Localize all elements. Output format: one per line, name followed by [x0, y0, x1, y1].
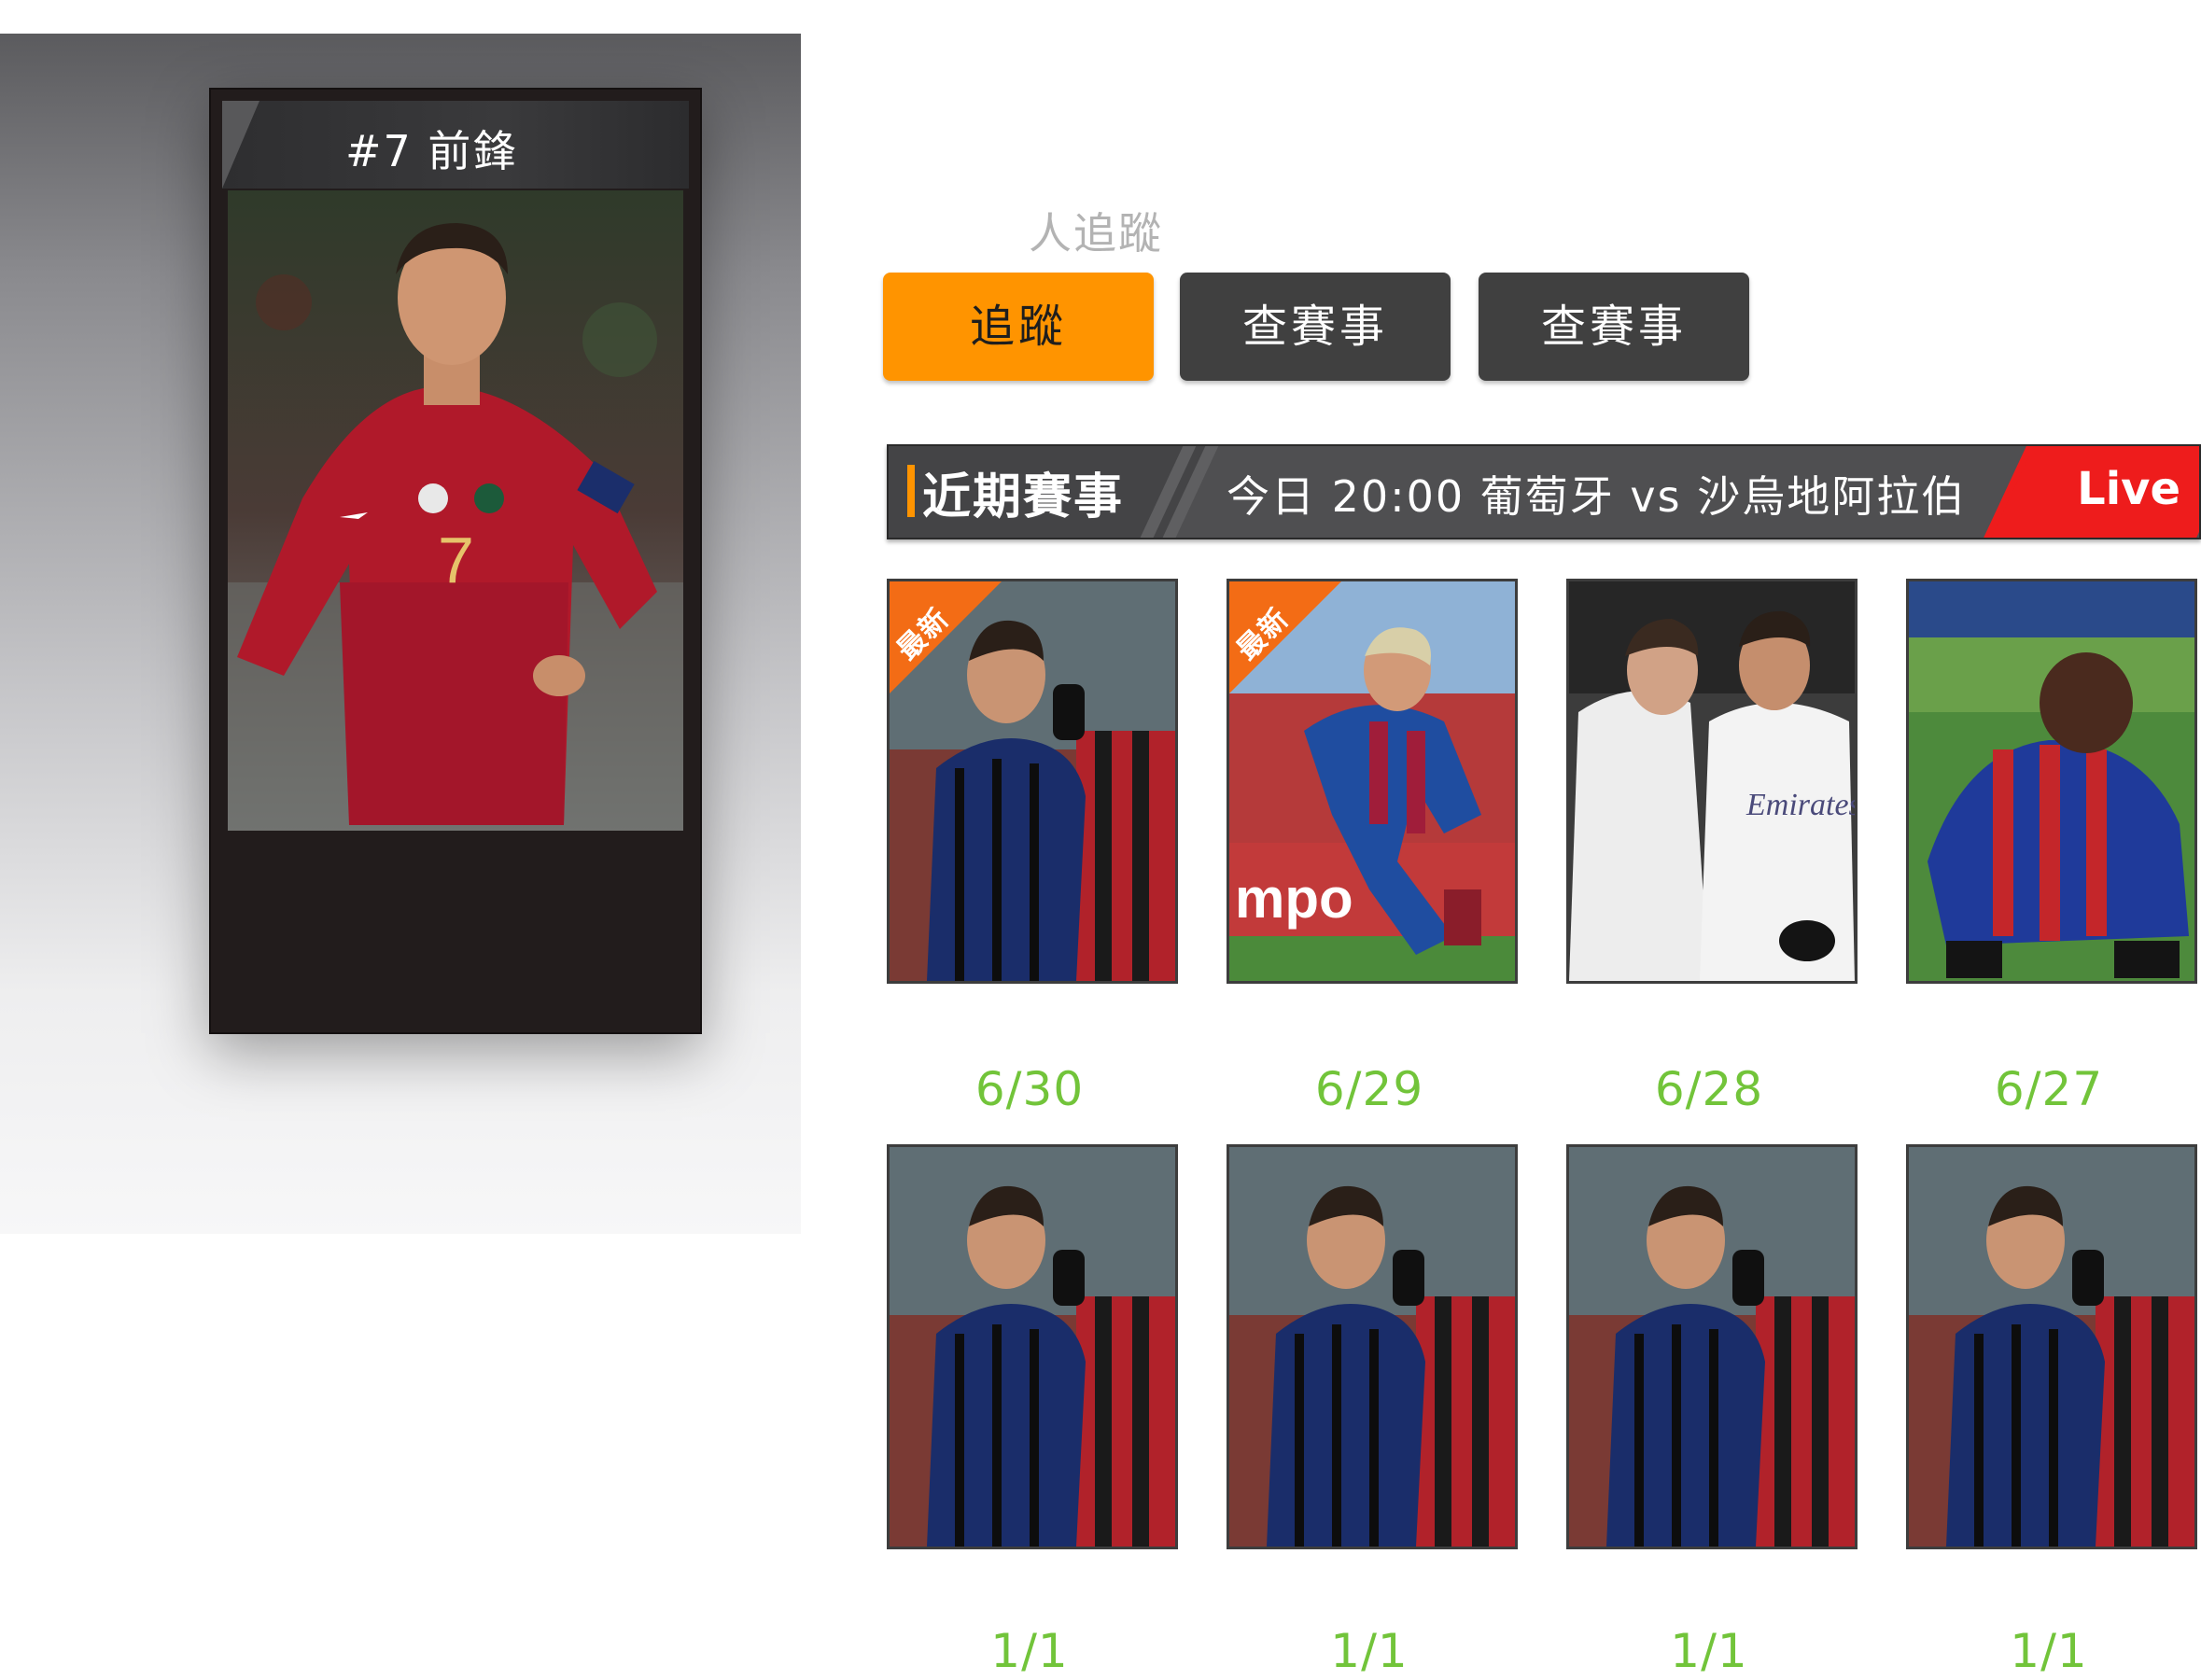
svg-text:mpo: mpo: [1235, 867, 1353, 930]
match-date: 1/1: [1330, 1624, 1409, 1678]
match-thumbnail[interactable]: [1906, 579, 2197, 984]
view-matches-button[interactable]: 查賽事: [1180, 273, 1451, 381]
match-thumbnail[interactable]: [1906, 1144, 2197, 1549]
match-thumbnail[interactable]: [887, 1144, 1178, 1549]
match-thumbnail[interactable]: [1566, 1144, 1858, 1549]
recent-matches-bar[interactable]: 近期賽事 今日 20:00 葡萄牙 vs 沙烏地阿拉伯 Live: [887, 444, 2201, 539]
view-matches-button-2[interactable]: 查賽事: [1479, 273, 1749, 381]
match-thumbnail[interactable]: Emirates: [1566, 579, 1858, 984]
match-date: 1/1: [1670, 1624, 1748, 1678]
player-card-header: #7 前鋒: [222, 101, 689, 189]
section-accent: [907, 465, 915, 517]
match-date: 1/1: [990, 1624, 1069, 1678]
follower-count: 人追蹤: [1029, 208, 1163, 259]
svg-text:Emirates: Emirates: [1745, 788, 1855, 822]
match-date: 6/28: [1654, 1062, 1764, 1116]
match-thumbnail[interactable]: [1227, 1144, 1518, 1549]
recent-matches-label: 近期賽事: [922, 469, 1125, 525]
match-date: 6/27: [1994, 1062, 2104, 1116]
match-date: 1/1: [2010, 1624, 2088, 1678]
match-date: 6/30: [974, 1062, 1085, 1116]
player-photo: 7: [228, 190, 683, 831]
svg-text:7: 7: [438, 524, 474, 596]
player-card[interactable]: #7 前鋒 7: [209, 88, 702, 1034]
match-date: 6/29: [1314, 1062, 1424, 1116]
match-thumbnail[interactable]: mpo 最新: [1227, 579, 1518, 984]
match-thumbnail[interactable]: 最新: [887, 579, 1178, 984]
live-badge[interactable]: Live: [2077, 463, 2180, 515]
follow-button[interactable]: 追蹤: [883, 273, 1154, 381]
player-number-position: #7 前鋒: [345, 126, 518, 176]
upcoming-match-info: 今日 20:00 葡萄牙 vs 沙烏地阿拉伯: [1227, 471, 1967, 522]
